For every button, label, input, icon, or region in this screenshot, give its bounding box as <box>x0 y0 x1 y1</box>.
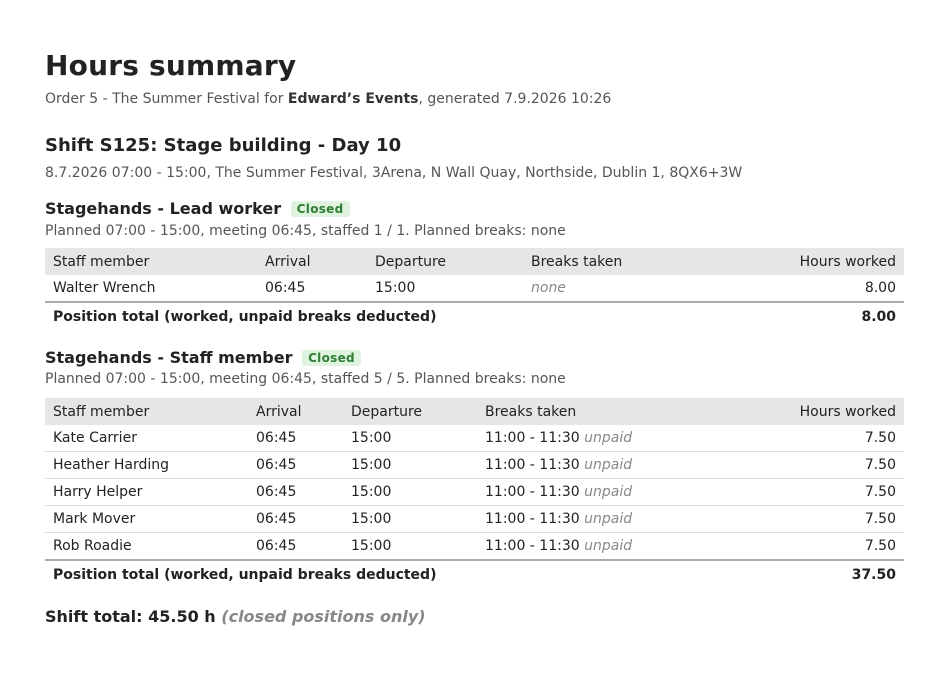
staff-name: Rob Roadie <box>45 532 248 561</box>
break-type: unpaid <box>584 484 633 500</box>
hours-worked: 8.00 <box>709 275 904 303</box>
position-meta: Planned 07:00 - 15:00, meeting 06:45, st… <box>45 371 566 387</box>
shift-total-note: (closed positions only) <box>221 607 426 626</box>
col-header-breaks: Breaks taken <box>477 398 723 425</box>
table-row: Rob Roadie 06:45 15:00 11:00 - 11:30 unp… <box>45 532 904 561</box>
table-row: Heather Harding 06:45 15:00 11:00 - 11:3… <box>45 451 904 479</box>
position-total-row: Position total (worked, unpaid breaks de… <box>45 559 904 588</box>
table-row: Walter Wrench 06:45 15:00 none 8.00 <box>45 275 904 303</box>
shift-total: Shift total: 45.50 h (closed positions o… <box>45 607 426 626</box>
break-time: 11:00 - 11:30 <box>485 511 580 527</box>
position-total-value: 37.50 <box>723 559 904 588</box>
shift-heading: Shift S125: Stage building - Day 10 <box>45 135 402 156</box>
breaks-taken: none <box>523 275 709 303</box>
hours-worked: 7.50 <box>723 532 904 561</box>
table-row: Mark Mover 06:45 15:00 11:00 - 11:30 unp… <box>45 505 904 533</box>
hours-worked: 7.50 <box>723 451 904 479</box>
arrival-time: 06:45 <box>248 425 343 452</box>
break-time: 11:00 - 11:30 <box>485 484 580 500</box>
col-header-hours: Hours worked <box>709 248 904 275</box>
break-time: 11:00 - 11:30 <box>485 457 580 473</box>
arrival-time: 06:45 <box>248 451 343 479</box>
position-title: Stagehands - Lead worker Closed <box>45 199 350 218</box>
table-row: Harry Helper 06:45 15:00 11:00 - 11:30 u… <box>45 478 904 506</box>
departure-time: 15:00 <box>343 505 477 533</box>
status-badge: Closed <box>290 201 350 217</box>
col-header-breaks: Breaks taken <box>523 248 709 275</box>
breaks-taken: 11:00 - 11:30 unpaid <box>477 532 723 561</box>
subtitle-suffix: , generated 7.9.2026 10:26 <box>418 91 612 107</box>
col-header-staff: Staff member <box>45 398 248 425</box>
arrival-time: 06:45 <box>257 275 367 303</box>
staff-name: Kate Carrier <box>45 425 248 452</box>
break-type: unpaid <box>584 457 633 473</box>
breaks-taken: 11:00 - 11:30 unpaid <box>477 425 723 452</box>
breaks-taken: 11:00 - 11:30 unpaid <box>477 478 723 506</box>
departure-time: 15:00 <box>343 451 477 479</box>
col-header-arrival: Arrival <box>257 248 367 275</box>
table-row: Kate Carrier 06:45 15:00 11:00 - 11:30 u… <box>45 425 904 452</box>
break-time: 11:00 - 11:30 <box>485 538 580 554</box>
hours-worked: 7.50 <box>723 425 904 452</box>
break-type: unpaid <box>584 511 633 527</box>
breaks-taken: 11:00 - 11:30 unpaid <box>477 505 723 533</box>
hours-worked: 7.50 <box>723 478 904 506</box>
staff-name: Heather Harding <box>45 451 248 479</box>
col-header-staff: Staff member <box>45 248 257 275</box>
col-header-departure: Departure <box>343 398 477 425</box>
staff-name: Walter Wrench <box>45 275 257 303</box>
col-header-hours: Hours worked <box>723 398 904 425</box>
arrival-time: 06:45 <box>248 505 343 533</box>
col-header-arrival: Arrival <box>248 398 343 425</box>
departure-time: 15:00 <box>343 478 477 506</box>
position-meta: Planned 07:00 - 15:00, meeting 06:45, st… <box>45 223 566 239</box>
page-title: Hours summary <box>45 49 297 82</box>
position-total-label: Position total (worked, unpaid breaks de… <box>45 301 709 330</box>
arrival-time: 06:45 <box>248 478 343 506</box>
break-time: 11:00 - 11:30 <box>485 430 580 446</box>
break-type: unpaid <box>584 430 633 446</box>
position-table: Staff member Arrival Departure Breaks ta… <box>45 248 904 330</box>
position-title-text: Stagehands - Lead worker <box>45 199 282 218</box>
break-type: unpaid <box>584 538 633 554</box>
departure-time: 15:00 <box>367 275 523 303</box>
breaks-taken: 11:00 - 11:30 unpaid <box>477 451 723 479</box>
staff-name: Harry Helper <box>45 478 248 506</box>
staff-name: Mark Mover <box>45 505 248 533</box>
table-header-row: Staff member Arrival Departure Breaks ta… <box>45 398 904 425</box>
page-subtitle: Order 5 - The Summer Festival for Edward… <box>45 91 611 107</box>
subtitle-prefix: Order 5 - The Summer Festival for <box>45 91 288 107</box>
departure-time: 15:00 <box>343 425 477 452</box>
client-name: Edward’s Events <box>287 91 419 107</box>
position-title: Stagehands - Staff member Closed <box>45 348 361 367</box>
table-header-row: Staff member Arrival Departure Breaks ta… <box>45 248 904 275</box>
status-badge: Closed <box>302 350 361 366</box>
position-total-label: Position total (worked, unpaid breaks de… <box>45 559 723 588</box>
col-header-departure: Departure <box>367 248 523 275</box>
shift-meta: 8.7.2026 07:00 - 15:00, The Summer Festi… <box>45 165 743 181</box>
position-title-text: Stagehands - Staff member <box>45 348 293 367</box>
hours-worked: 7.50 <box>723 505 904 533</box>
departure-time: 15:00 <box>343 532 477 561</box>
position-total-row: Position total (worked, unpaid breaks de… <box>45 301 904 330</box>
shift-total-label: Shift total: 45.50 h <box>45 607 216 626</box>
position-table: Staff member Arrival Departure Breaks ta… <box>45 398 904 588</box>
arrival-time: 06:45 <box>248 532 343 561</box>
position-total-value: 8.00 <box>709 301 904 330</box>
